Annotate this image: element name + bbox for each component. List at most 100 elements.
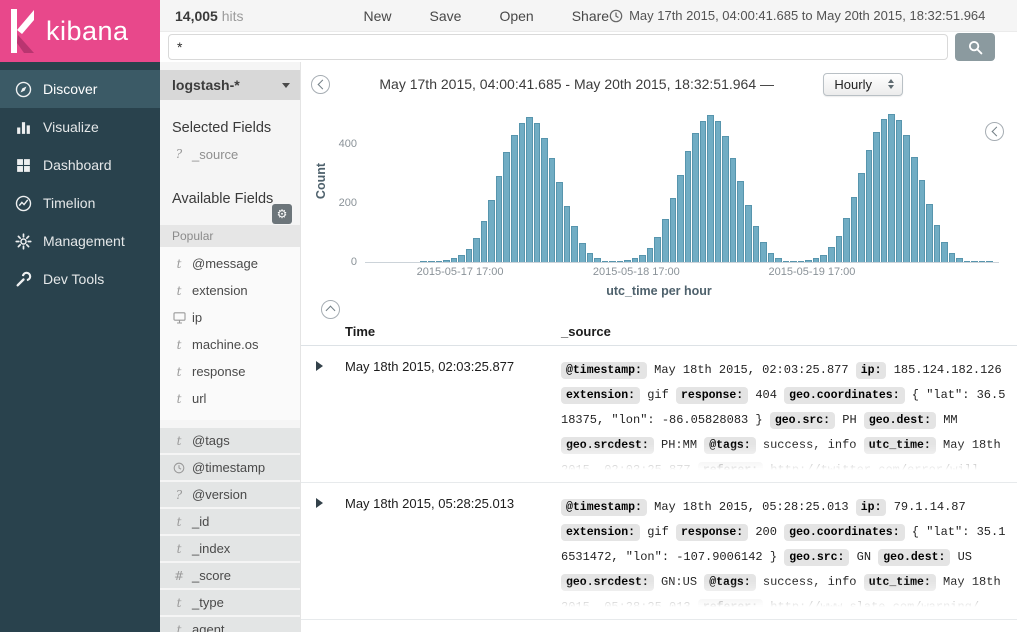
nav-item-dev-tools[interactable]: Dev Tools	[0, 260, 160, 298]
histogram-bar[interactable]	[911, 157, 918, 262]
histogram-bar[interactable]	[488, 200, 495, 262]
nav-item-management[interactable]: Management	[0, 222, 160, 260]
histogram-bar[interactable]	[670, 198, 677, 262]
histogram-bar[interactable]	[820, 255, 827, 262]
histogram-bar[interactable]	[737, 181, 744, 262]
field-item-@tags[interactable]: t@tags	[160, 428, 300, 453]
histogram-bar[interactable]	[617, 261, 624, 262]
field-item-_type[interactable]: t_type	[160, 590, 300, 615]
histogram-bar[interactable]	[873, 132, 880, 262]
histogram-bar[interactable]	[805, 260, 812, 262]
histogram-bar[interactable]	[624, 260, 631, 262]
histogram-bar[interactable]	[896, 120, 903, 262]
histogram-bar[interactable]	[496, 176, 503, 262]
nav-item-visualize[interactable]: Visualize	[0, 108, 160, 146]
histogram-bar[interactable]	[828, 247, 835, 262]
histogram-bar[interactable]	[903, 135, 910, 262]
field-badge-response[interactable]: response:	[676, 387, 748, 404]
field-item-@message[interactable]: t@message	[160, 250, 300, 277]
nav-item-dashboard[interactable]: Dashboard	[0, 146, 160, 184]
histogram-bar[interactable]	[745, 205, 752, 262]
histogram-bar[interactable]	[511, 135, 518, 262]
histogram-bar[interactable]	[692, 133, 699, 262]
interval-select[interactable]: Hourly	[823, 73, 903, 96]
field-item-machine.os[interactable]: tmachine.os	[160, 331, 300, 358]
histogram-bar[interactable]	[420, 261, 427, 262]
collapse-sidebar-button[interactable]	[311, 75, 330, 94]
histogram-bar[interactable]	[768, 253, 775, 262]
nav-item-discover[interactable]: Discover	[0, 70, 160, 108]
field-badge-extension[interactable]: extension:	[561, 524, 640, 541]
field-badge-geo.src[interactable]: geo.src:	[784, 549, 849, 566]
histogram-bar[interactable]	[428, 261, 435, 262]
histogram-bar[interactable]	[639, 255, 646, 262]
field-item-_source[interactable]: ?_source	[160, 143, 300, 165]
menu-item-share[interactable]: Share	[572, 8, 609, 24]
histogram-bar[interactable]	[707, 115, 714, 262]
field-item-ip[interactable]: ip	[160, 304, 300, 331]
histogram-bar[interactable]	[632, 258, 639, 262]
histogram-bar[interactable]	[730, 158, 737, 262]
histogram-bar[interactable]	[587, 253, 594, 262]
field-badge-geo.coordinates[interactable]: geo.coordinates:	[784, 524, 904, 541]
histogram-bar[interactable]	[466, 249, 473, 262]
index-pattern-selector[interactable]: logstash-*	[160, 70, 300, 100]
field-badge-geo.dest[interactable]: geo.dest:	[864, 412, 936, 429]
histogram-bar[interactable]	[866, 150, 873, 262]
histogram-bar[interactable]	[564, 206, 571, 262]
histogram-bar[interactable]	[443, 260, 450, 262]
histogram-bar[interactable]	[941, 242, 948, 262]
histogram-bar[interactable]	[722, 136, 729, 262]
histogram-bar[interactable]	[986, 261, 993, 262]
histogram-bar[interactable]	[571, 226, 578, 262]
histogram-bar[interactable]	[775, 258, 782, 262]
field-settings-button[interactable]: ⚙	[272, 204, 292, 224]
menu-item-open[interactable]: Open	[499, 8, 533, 24]
histogram-bar[interactable]	[971, 261, 978, 262]
histogram-bar[interactable]	[836, 236, 843, 262]
histogram-bar[interactable]	[881, 119, 888, 262]
field-badge-@timestamp[interactable]: @timestamp:	[561, 362, 647, 379]
field-badge-geo.src[interactable]: geo.src:	[770, 412, 835, 429]
menu-item-save[interactable]: Save	[430, 8, 462, 24]
histogram-bar[interactable]	[783, 261, 790, 262]
histogram-bar[interactable]	[481, 221, 488, 262]
histogram-bar[interactable]	[753, 226, 760, 262]
histogram-bar[interactable]	[579, 243, 586, 262]
histogram-bar[interactable]	[964, 261, 971, 262]
histogram-bar[interactable]	[926, 204, 933, 262]
field-item-_score[interactable]: #_score	[160, 563, 300, 588]
histogram-bar[interactable]	[436, 261, 443, 262]
histogram-bar[interactable]	[526, 117, 533, 262]
field-badge-geo.coordinates[interactable]: geo.coordinates:	[784, 387, 904, 404]
field-item-response[interactable]: tresponse	[160, 358, 300, 385]
histogram-bar[interactable]	[556, 182, 563, 262]
histogram-bar[interactable]	[549, 158, 556, 262]
field-item-_index[interactable]: t_index	[160, 536, 300, 561]
field-badge-ip[interactable]: ip:	[856, 499, 887, 516]
histogram-bar[interactable]	[451, 258, 458, 262]
histogram-bar[interactable]	[654, 237, 661, 262]
histogram-bar[interactable]	[677, 175, 684, 262]
histogram-bar[interactable]	[949, 253, 956, 262]
nav-item-timelion[interactable]: Timelion	[0, 184, 160, 222]
field-badge-response[interactable]: response:	[676, 524, 748, 541]
expand-row-button[interactable]	[301, 495, 345, 508]
histogram-bar[interactable]	[609, 261, 616, 262]
search-button[interactable]	[955, 33, 995, 61]
field-item-agent[interactable]: tagent	[160, 617, 300, 632]
histogram-bar[interactable]	[798, 261, 805, 262]
histogram-bar[interactable]	[956, 258, 963, 262]
field-item-@version[interactable]: ?@version	[160, 482, 300, 507]
search-input[interactable]	[168, 34, 948, 60]
histogram-bar[interactable]	[843, 218, 850, 262]
column-header-time[interactable]: Time	[345, 324, 561, 339]
histogram-bar[interactable]	[685, 151, 692, 262]
histogram-bar[interactable]	[979, 261, 986, 262]
histogram-bar[interactable]	[715, 121, 722, 262]
field-badge-ip[interactable]: ip:	[856, 362, 887, 379]
histogram-bar[interactable]	[760, 242, 767, 262]
histogram-bar[interactable]	[662, 219, 669, 262]
field-item-extension[interactable]: textension	[160, 277, 300, 304]
histogram-bar[interactable]	[700, 121, 707, 262]
